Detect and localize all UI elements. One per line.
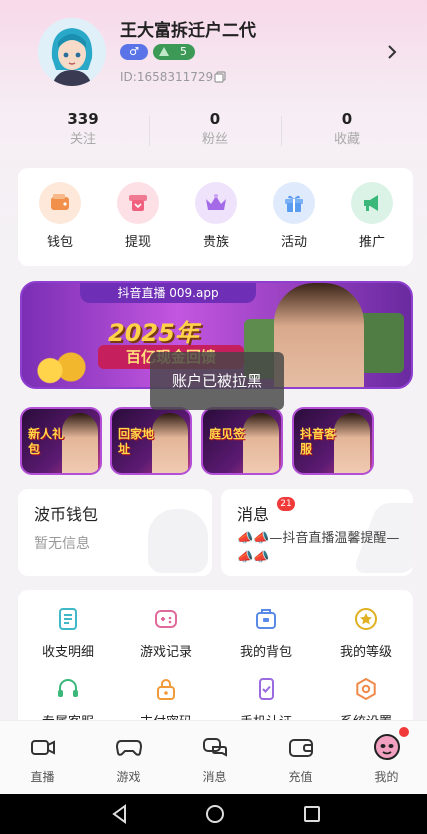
quick-action-events[interactable]: 活动 [264,182,324,252]
tab-live[interactable]: 直播 [0,721,85,795]
bottom-tab-bar: 直播 游戏 消息 充值 我的 [0,720,427,794]
banner-coins-decoration [32,349,92,385]
copy-icon[interactable] [214,71,226,83]
stat-count: 339 [67,110,99,128]
tab-games[interactable]: 游戏 [86,721,171,795]
quick-action-label: 钱包 [46,235,73,250]
home-icon[interactable] [205,804,225,824]
menu-item-my-level[interactable]: 我的等级 [316,606,416,662]
profile-header[interactable]: 王大富拆迁户二代 ♂ 5 ID:1658311729 [0,0,427,100]
backpack-icon [256,609,276,629]
promo-tile-newbie[interactable]: 新人礼包 [20,407,102,475]
quick-action-label: 提现 [124,235,151,250]
crown-icon [195,182,237,224]
menu-item-label: 我的背包 [239,645,292,660]
tab-label: 直播 [30,770,55,784]
menu-item-label: 我的等级 [339,645,392,660]
promo-tile-support[interactable]: 抖音客服 [292,407,374,475]
megaphone-icon [351,182,393,224]
back-icon[interactable] [110,804,130,824]
quick-action-label: 贵族 [202,235,229,250]
messages-card[interactable]: 消息 21 📣📣—抖音直播温馨提醒—📣📣 [221,489,413,576]
gift-icon [273,182,315,224]
promo-model-image [152,413,188,473]
money-bag-icon [148,509,208,573]
avatar[interactable] [38,18,106,86]
menu-item-game-records[interactable]: 游戏记录 [116,606,216,662]
gamepad-icon [155,610,177,628]
chat-icon [202,738,227,757]
tab-label: 充值 [288,770,313,784]
menu-item-label: 收支明细 [41,645,94,660]
headset-icon [58,679,78,697]
system-navigation-bar [0,794,427,834]
user-id: ID:1658311729 [120,70,214,84]
quick-action-label: 推广 [358,235,385,250]
promo-label: 抖音客服 [300,427,337,456]
menu-item-transactions[interactable]: 收支明细 [18,606,118,662]
menu-item-label: 游戏记录 [139,645,192,660]
star-badge-icon [355,608,377,630]
banner-model-image [274,283,364,387]
wallet-status: 暂无信息 [34,536,90,552]
stat-count: 0 [341,110,353,128]
tab-label: 我的 [374,770,399,784]
withdraw-icon [117,182,159,224]
quick-action-noble[interactable]: 贵族 [186,182,246,252]
stats-row: 339 关注 0 粉丝 0 收藏 [18,108,412,154]
quick-actions-card: 钱包 提现 贵族 活动 推广 [18,168,413,266]
unread-badge: 21 [277,497,295,511]
tab-recharge[interactable]: 充值 [258,721,343,795]
stat-count: 0 [209,110,221,128]
quick-action-label: 活动 [280,235,307,250]
promo-label: 新人礼包 [28,427,65,456]
phone-check-icon [259,678,274,700]
gamepad-icon [115,740,142,756]
message-preview: 📣📣—抖音直播温馨提醒—📣📣 [237,531,400,565]
menu-item-backpack[interactable]: 我的背包 [216,606,316,662]
level-badge: 5 [153,44,195,60]
level-number: 5 [180,45,187,58]
toast-message: 账户已被拉黑 [150,352,284,410]
stat-favorites[interactable]: 0 收藏 [282,108,412,150]
tab-messages[interactable]: 消息 [172,721,257,795]
lock-icon [157,679,175,700]
live-camera-icon [30,740,55,755]
stat-label: 收藏 [333,132,360,147]
settings-icon [356,677,376,701]
promo-model-image [243,413,279,473]
quick-action-withdraw[interactable]: 提现 [108,182,168,252]
menu-grid-card: 收支明细 游戏记录 我的背包 我的等级 专属客服 支付密码 手机认证 系统设置 [18,590,413,730]
promo-label: 庭见签 [209,427,246,441]
level-icon [159,47,169,56]
promo-label: 回家地址 [118,427,155,456]
notification-dot [399,727,409,737]
promo-tile-home-address[interactable]: 回家地址 [110,407,192,475]
chevron-right-icon[interactable] [386,44,398,60]
wallet-icon [288,739,313,757]
quick-action-wallet[interactable]: 钱包 [30,182,90,252]
tab-label: 游戏 [116,770,141,784]
profile-face-icon [373,734,400,760]
banner-tag: 抖音直播 009.app [80,283,256,303]
promo-model-image [62,413,98,473]
ledger-icon [59,608,77,630]
banner-year: 2025年 [108,319,199,347]
messages-title: 消息 [237,505,270,524]
username: 王大富拆迁户二代 [120,21,256,41]
wallet-icon [39,182,81,224]
stat-following[interactable]: 339 关注 [18,108,148,150]
tab-me[interactable]: 我的 [344,721,427,795]
recents-icon[interactable] [302,804,322,824]
stat-fans[interactable]: 0 粉丝 [150,108,280,150]
wallet-title: 波币钱包 [34,505,99,524]
wallet-card[interactable]: 波币钱包 暂无信息 [18,489,212,576]
promo-model-image [334,413,370,473]
stat-label: 关注 [69,132,96,147]
stat-label: 粉丝 [201,132,228,147]
quick-action-promote[interactable]: 推广 [342,182,402,252]
promo-tile-meet[interactable]: 庭见签 [201,407,283,475]
gender-badge: ♂ [120,44,148,60]
tab-label: 消息 [202,770,227,784]
